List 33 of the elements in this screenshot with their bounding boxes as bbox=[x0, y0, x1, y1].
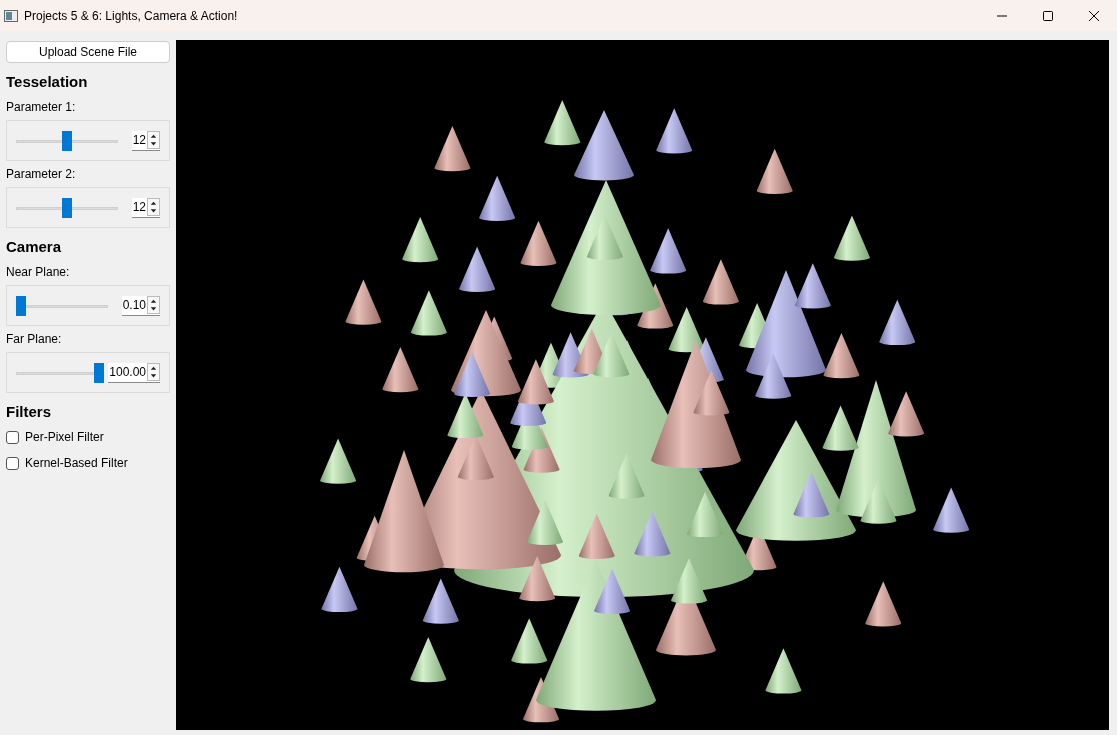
spin-box[interactable]: 0.10 bbox=[121, 295, 160, 316]
spin-arrows-icon[interactable] bbox=[147, 296, 160, 314]
section-heading: Camera bbox=[6, 237, 63, 257]
slider-thumb[interactable] bbox=[61, 130, 72, 151]
spin-box-value: 12 bbox=[131, 132, 147, 149]
upload-button[interactable]: Upload Scene File bbox=[6, 41, 170, 63]
maximize-icon bbox=[1043, 10, 1053, 21]
spin-box[interactable]: 12 bbox=[131, 197, 160, 218]
slider-track[interactable] bbox=[16, 362, 105, 383]
slider-label: Parameter 2: bbox=[6, 166, 77, 183]
spin-box-value: 12 bbox=[131, 199, 147, 216]
spin-arrows-icon[interactable] bbox=[147, 363, 160, 381]
spin-box-value: 0.10 bbox=[121, 297, 147, 314]
app-icon bbox=[4, 9, 18, 22]
slider-thumb[interactable] bbox=[94, 362, 105, 383]
checkbox[interactable] bbox=[6, 456, 19, 470]
spin-box[interactable]: 12 bbox=[131, 130, 160, 151]
close-icon bbox=[1089, 10, 1099, 21]
spin-arrows-icon[interactable] bbox=[147, 131, 160, 149]
section-heading: Filters bbox=[6, 402, 52, 422]
spin-box-value: 100.00 bbox=[108, 364, 147, 381]
slider-thumb[interactable] bbox=[61, 197, 72, 218]
slider-label: Far Plane: bbox=[6, 331, 63, 348]
window-title: Projects 5 & 6: Lights, Camera & Action! bbox=[24, 7, 238, 25]
spin-box[interactable]: 100.00 bbox=[108, 362, 160, 383]
section-heading: Tesselation bbox=[6, 72, 89, 92]
checkbox-label: Per-Pixel Filter bbox=[25, 429, 104, 446]
checkbox[interactable] bbox=[6, 430, 19, 444]
slider-label: Parameter 1: bbox=[6, 99, 77, 116]
slider-label: Near Plane: bbox=[6, 264, 71, 281]
slider-thumb[interactable] bbox=[16, 295, 26, 316]
checkbox-label: Kernel-Based Filter bbox=[25, 455, 128, 472]
spin-arrows-icon[interactable] bbox=[147, 198, 160, 216]
